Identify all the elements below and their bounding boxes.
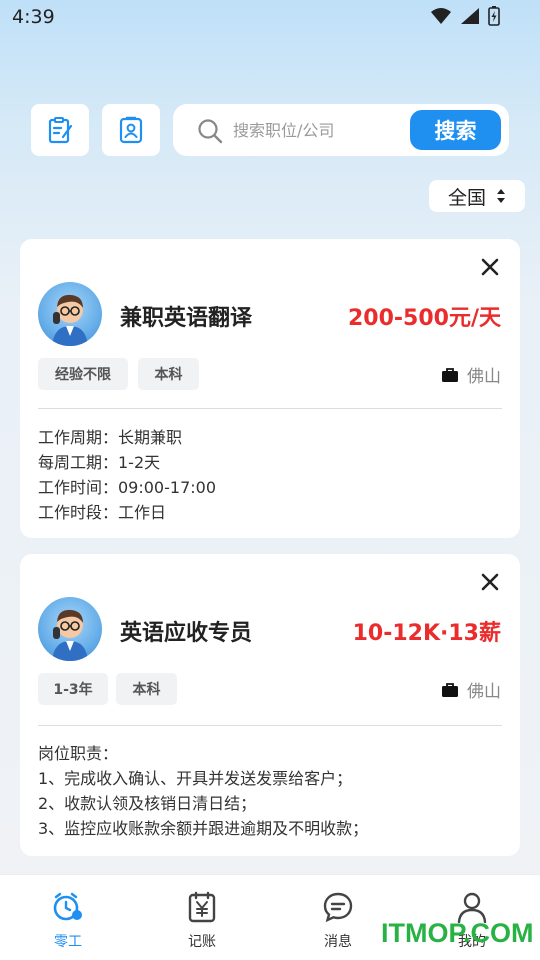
tag-experience: 经验不限 [38, 358, 128, 390]
status-bar: 4:39 [0, 0, 540, 36]
job-salary: 200-500元/天 [347, 306, 501, 331]
job-detail-line: 岗位职责： [38, 744, 119, 763]
job-detail-line: 3、监控应收账款余额并跟进逾期及不明收款； [38, 819, 369, 838]
sort-arrows-icon [497, 189, 505, 203]
tab-label: 记账 [188, 934, 216, 950]
job-detail-line: 工作时间：09:00-17:00 [38, 478, 216, 497]
tab-label: 消息 [324, 934, 352, 950]
contact-card-button[interactable] [102, 104, 160, 156]
signal-icon [461, 8, 479, 24]
tab-messages[interactable]: 消息 [298, 891, 378, 951]
cartoon-avatar-icon [52, 294, 88, 346]
job-location-text: 佛山 [467, 367, 501, 387]
wifi-icon [431, 8, 451, 24]
tab-label: 零工 [54, 934, 82, 950]
cartoon-avatar-icon [52, 609, 88, 661]
divider [38, 408, 502, 409]
search-button[interactable]: 搜索 [410, 110, 501, 150]
tag-education: 本科 [138, 358, 199, 390]
briefcase-icon [442, 367, 458, 382]
job-card[interactable]: 兼职英语翻译 200-500元/天 经验不限 本科 佛山 工作周期：长期兼职 每… [20, 239, 520, 538]
status-icons [430, 6, 500, 26]
job-detail-line: 工作时段：工作日 [38, 503, 167, 522]
ledger-yuan-icon [188, 891, 216, 923]
tab-odd-job[interactable]: 零工 [28, 891, 108, 951]
odd-job-clock-icon [53, 892, 82, 921]
resume-edit-button[interactable] [31, 104, 89, 156]
top-toolbar: 搜索 [31, 104, 509, 156]
message-bubble-icon [323, 892, 353, 923]
close-icon[interactable] [480, 257, 500, 277]
job-detail-line: 工作周期：长期兼职 [38, 428, 183, 447]
briefcase-icon [442, 682, 458, 697]
job-detail-line: 2、收款认领及核销日清日结； [38, 794, 257, 813]
battery-icon [488, 6, 500, 26]
job-details: 岗位职责： 1、完成收入确认、开具并发送发票给客户； 2、收款认领及核销日清日结… [38, 741, 502, 841]
avatar [38, 597, 102, 661]
tab-ledger[interactable]: 记账 [162, 891, 242, 951]
search-input[interactable] [233, 118, 403, 142]
region-selected-value: 全国 [447, 186, 486, 209]
watermark: ITMOP.COM [381, 918, 534, 948]
region-select[interactable]: 全国 [429, 180, 525, 212]
edit-note-icon [48, 117, 73, 144]
search-bar: 搜索 [173, 104, 509, 156]
job-card[interactable]: 英语应收专员 10-12K·13薪 1-3年 本科 佛山 岗位职责： 1、完成收… [20, 554, 520, 856]
tag-experience: 1-3年 [38, 673, 108, 705]
job-details: 工作周期：长期兼职 每周工期：1-2天 工作时间：09:00-17:00 工作时… [38, 425, 502, 525]
close-icon[interactable] [480, 572, 500, 592]
tag-education: 本科 [116, 673, 177, 705]
job-location: 佛山 [441, 677, 501, 702]
status-time: 4:39 [12, 6, 55, 28]
search-icon [198, 119, 223, 144]
job-title: 兼职英语翻译 [120, 306, 253, 331]
divider [38, 725, 502, 726]
job-location-text: 佛山 [467, 682, 501, 702]
id-badge-icon [119, 116, 143, 144]
avatar [38, 282, 102, 346]
job-location: 佛山 [441, 362, 501, 387]
job-salary: 10-12K·13薪 [352, 621, 501, 646]
job-detail-line: 每周工期：1-2天 [38, 453, 161, 472]
job-detail-line: 1、完成收入确认、开具并发送发票给客户； [38, 769, 353, 788]
job-title: 英语应收专员 [120, 621, 253, 646]
